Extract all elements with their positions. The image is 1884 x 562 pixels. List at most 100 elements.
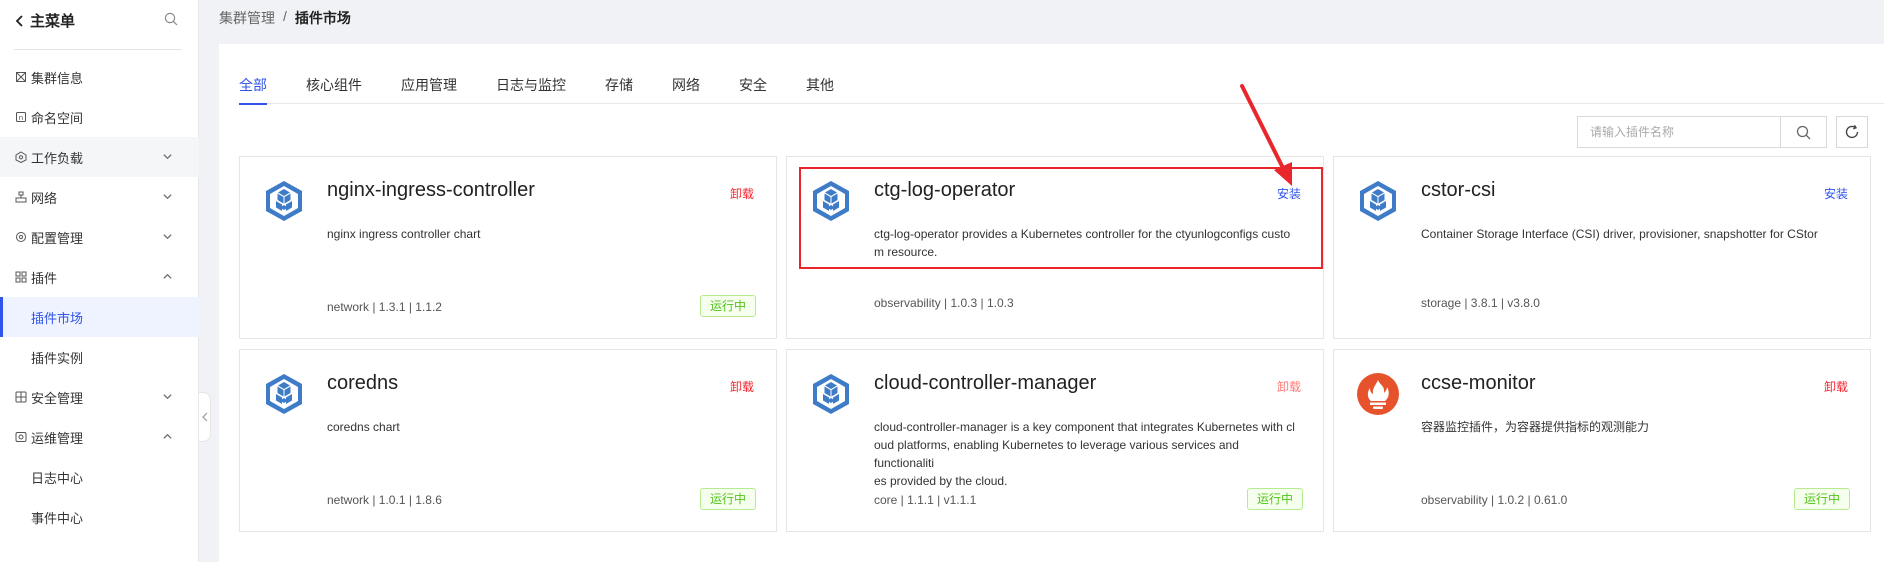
sidebar-item-label: 插件	[31, 270, 58, 286]
sidebar-item-label: 命名空间	[31, 110, 84, 126]
plugin-name: ctg-log-operator	[874, 179, 1016, 201]
plugin-card-nginx-ingress-controller[interactable]: nginx-ingress-controller 卸载 nginx ingres…	[239, 156, 777, 339]
breadcrumb-current: 插件市场	[294, 10, 351, 26]
sidebar-item-namespace[interactable]: n 命名空间	[0, 97, 199, 137]
plugin-description-line: m resource.	[874, 245, 938, 259]
sidebar-item-label: 安全管理	[31, 390, 84, 406]
sidebar-item-label: 集群信息	[31, 70, 84, 86]
plugin-description: nginx ingress controller chart	[327, 227, 481, 241]
chevron-up-icon	[162, 271, 173, 282]
plugin-meta: network | 1.3.1 | 1.1.2	[327, 300, 442, 314]
plugin-name: cstor-csi	[1421, 179, 1496, 201]
chevron-left-icon	[201, 412, 207, 422]
install-button[interactable]: 安装	[1824, 185, 1848, 202]
plugin-name: coredns	[327, 372, 399, 394]
plugin-description-line: cloud-controller-manager is a key compon…	[874, 420, 1295, 434]
uninstall-button[interactable]: 卸载	[1277, 378, 1301, 395]
sidebar: 主菜单 集群信息 n 命名空间 工作负载 网络 配置管理 插件 插件市场 插件实…	[0, 0, 199, 562]
plugin-card-ccse-monitor[interactable]: ccse-monitor 卸载 容器监控插件，为容器提供指标的观测能力 obse…	[1333, 349, 1871, 532]
chevron-down-icon	[162, 391, 173, 402]
sidebar-item-network[interactable]: 网络	[0, 177, 199, 217]
chevron-down-icon	[162, 191, 173, 202]
plugin-name: nginx-ingress-controller	[327, 179, 535, 201]
sidebar-collapse-handle[interactable]	[199, 392, 211, 442]
sidebar-item-cluster-info[interactable]: 集群信息	[0, 57, 199, 97]
category-tabs: 全部 核心组件 应用管理 日志与监控 存储 网络 安全 其他	[239, 66, 1884, 105]
sidebar-item-label: 插件市场	[31, 310, 84, 326]
plugin-meta: network | 1.0.1 | 1.8.6	[327, 493, 442, 507]
sidebar-item-workload[interactable]: 工作负载	[0, 137, 199, 177]
install-button[interactable]: 安装	[1277, 185, 1301, 202]
namespace-icon: n	[15, 111, 27, 123]
kubernetes-cube-icon	[262, 179, 306, 223]
tab-logging-monitoring[interactable]: 日志与监控	[496, 66, 566, 104]
cluster-icon	[15, 71, 27, 83]
search-icon[interactable]	[164, 12, 178, 26]
chevron-up-icon	[162, 431, 173, 442]
uninstall-button[interactable]: 卸载	[730, 378, 754, 395]
sidebar-menu: 集群信息 n 命名空间 工作负载 网络 配置管理 插件 插件市场 插件实例 安全…	[0, 57, 199, 537]
plugin-description: ctg-log-operator provides a Kubernetes c…	[874, 225, 1302, 261]
back-to-main-menu[interactable]: 主菜单	[14, 10, 75, 31]
sidebar-divider	[14, 49, 182, 50]
chevron-left-icon	[15, 14, 23, 27]
plugin-description: coredns chart	[327, 420, 400, 434]
plugin-name: ccse-monitor	[1421, 372, 1536, 394]
tab-security[interactable]: 安全	[739, 66, 767, 104]
status-badge: 运行中	[699, 488, 756, 510]
refresh-icon	[1845, 124, 1859, 139]
plugin-description: 容器监控插件，为容器提供指标的观测能力	[1421, 420, 1650, 434]
plugin-description-line: oud platforms, enabling Kubernetes to le…	[874, 438, 1239, 470]
chevron-down-icon	[162, 231, 173, 242]
uninstall-button[interactable]: 卸载	[1824, 378, 1848, 395]
sidebar-item-plugin-instances[interactable]: 插件实例	[0, 337, 199, 377]
tab-other[interactable]: 其他	[806, 66, 834, 104]
tab-core-components[interactable]: 核心组件	[306, 66, 362, 104]
kubernetes-cube-icon	[809, 179, 853, 223]
tab-app-management[interactable]: 应用管理	[401, 66, 457, 104]
plugin-card-cstor-csi[interactable]: cstor-csi 安装 Container Storage Interface…	[1333, 156, 1871, 339]
plugin-meta: storage | 3.8.1 | v3.8.0	[1421, 296, 1540, 310]
plugin-search-input[interactable]	[1578, 117, 1781, 147]
tab-network[interactable]: 网络	[672, 66, 700, 104]
plugin-card-coredns[interactable]: coredns 卸载 coredns chart network | 1.0.1…	[239, 349, 777, 532]
security-icon	[15, 391, 27, 403]
kubernetes-cube-icon	[262, 372, 306, 416]
search-button[interactable]	[1780, 117, 1826, 147]
sidebar-item-event-center[interactable]: 事件中心	[0, 497, 199, 537]
sidebar-item-label: 运维管理	[31, 430, 84, 446]
sidebar-header: 主菜单	[0, 0, 199, 50]
sidebar-item-plugins[interactable]: 插件	[0, 257, 199, 297]
plugin-meta: observability | 1.0.2 | 0.61.0	[1421, 493, 1568, 507]
plugin-card-ctg-log-operator[interactable]: ctg-log-operator 安装 ctg-log-operator pro…	[786, 156, 1324, 339]
plugin-icon	[15, 271, 27, 283]
plugin-card-cloud-controller-manager[interactable]: cloud-controller-manager 卸载 cloud-contro…	[786, 349, 1324, 532]
breadcrumb-parent[interactable]: 集群管理	[219, 8, 275, 28]
sidebar-item-plugin-market[interactable]: 插件市场	[0, 297, 199, 337]
tab-storage[interactable]: 存储	[605, 66, 633, 104]
refresh-button[interactable]	[1836, 116, 1868, 148]
sidebar-item-label: 工作负载	[31, 150, 84, 166]
sidebar-item-ops[interactable]: 运维管理	[0, 417, 199, 457]
sidebar-item-security[interactable]: 安全管理	[0, 377, 199, 417]
sidebar-item-config[interactable]: 配置管理	[0, 217, 199, 257]
plugin-description-line: ctg-log-operator provides a Kubernetes c…	[874, 227, 1291, 241]
chevron-down-icon	[162, 151, 173, 162]
kubernetes-cube-icon	[1356, 179, 1400, 223]
status-badge: 运行中	[1793, 488, 1850, 510]
kubernetes-cube-icon	[809, 372, 853, 416]
svg-text:n: n	[19, 114, 23, 122]
uninstall-button[interactable]: 卸载	[730, 185, 754, 202]
status-badge: 运行中	[699, 295, 756, 317]
sidebar-item-label: 日志中心	[31, 470, 84, 486]
breadcrumb: 集群管理 / 插件市场	[219, 8, 351, 28]
network-icon	[15, 191, 27, 203]
tab-all[interactable]: 全部	[239, 66, 267, 105]
plugin-description: cloud-controller-manager is a key compon…	[874, 418, 1302, 490]
plugin-description-line: es provided by the cloud.	[874, 474, 1008, 488]
sidebar-item-log-center[interactable]: 日志中心	[0, 457, 199, 497]
workload-icon	[15, 151, 27, 163]
plugin-description: Container Storage Interface (CSI) driver…	[1421, 227, 1818, 241]
breadcrumb-separator: /	[283, 8, 287, 24]
search-icon	[1796, 125, 1811, 139]
